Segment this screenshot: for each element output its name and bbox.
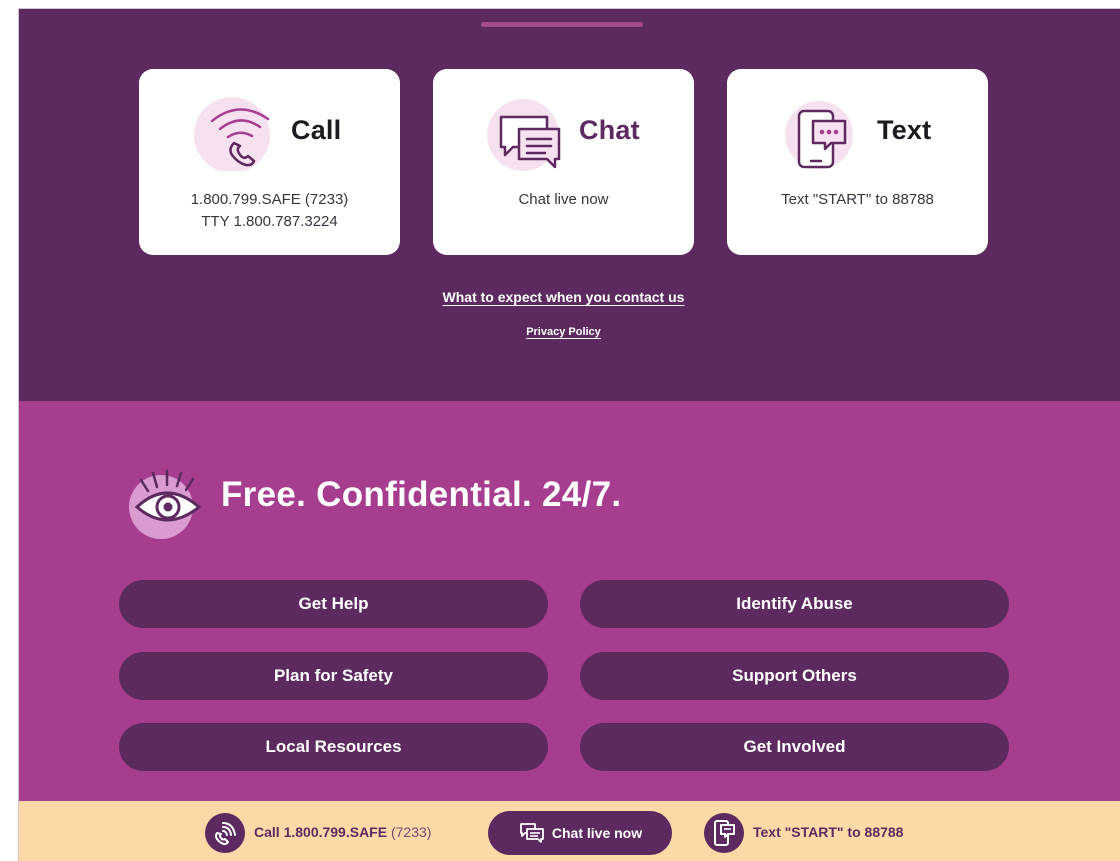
text-card-title: Text	[877, 115, 932, 145]
call-card[interactable]: Call 1.800.799.SAFE (7233) TTY 1.800.787…	[139, 69, 400, 255]
main-navigation-section: Free. Confidential. 24/7. Get Help Ident…	[19, 401, 1120, 801]
support-others-button[interactable]: Support Others	[580, 652, 1009, 700]
text-card[interactable]: Text Text "START" to 88788	[727, 69, 988, 255]
privacy-policy-link[interactable]: Privacy Policy	[526, 326, 601, 338]
chat-live-now-button[interactable]: Chat live now	[488, 811, 672, 855]
chat-card-title: Chat	[579, 115, 640, 145]
get-help-button[interactable]: Get Help	[119, 580, 548, 628]
call-card-title: Call	[291, 115, 342, 145]
horizontal-scroll-indicator[interactable]	[481, 22, 643, 27]
text-phone-icon[interactable]	[704, 813, 744, 853]
phone-wifi-icon	[215, 822, 236, 845]
call-hotline-label: Call 1.800.799.SAFE	[254, 824, 388, 840]
chat-bubbles-icon	[487, 99, 561, 171]
plan-for-safety-button[interactable]: Plan for Safety	[119, 652, 548, 700]
mobile-message-icon	[785, 101, 853, 169]
what-to-expect-link[interactable]: What to expect when you contact us	[443, 289, 685, 305]
chat-card-subtext: Chat live now	[518, 191, 609, 208]
call-hotline-link[interactable]: Call 1.800.799.SAFE (7233)	[254, 824, 431, 840]
page-frame: Call 1.800.799.SAFE (7233) TTY 1.800.787…	[18, 8, 1120, 861]
eye-icon	[129, 469, 202, 539]
contact-options-section: Call 1.800.799.SAFE (7233) TTY 1.800.787…	[19, 9, 1120, 401]
phone-wifi-icon	[194, 97, 270, 171]
chat-card[interactable]: Chat Chat live now	[433, 69, 694, 255]
mobile-message-icon	[714, 820, 735, 846]
local-resources-button[interactable]: Local Resources	[119, 723, 548, 771]
call-card-tty: TTY 1.800.787.3224	[201, 213, 338, 230]
call-phone-icon[interactable]	[205, 813, 245, 853]
text-card-subtext: Text "START" to 88788	[781, 191, 934, 208]
sticky-contact-bar: Call 1.800.799.SAFE (7233) Chat live now…	[19, 801, 1120, 861]
privacy-policy-link-row: Privacy Policy	[19, 322, 1108, 340]
identify-abuse-button[interactable]: Identify Abuse	[580, 580, 1009, 628]
chat-bubbles-icon	[519, 823, 544, 843]
call-hotline-digits: (7233)	[390, 824, 432, 840]
what-to-expect-link-row: What to expect when you contact us	[19, 289, 1108, 307]
chat-live-now-label: Chat live now	[551, 825, 643, 841]
free-confidential-heading: Free. Confidential. 24/7.	[221, 475, 622, 514]
call-card-number: 1.800.799.SAFE (7233)	[190, 191, 349, 208]
text-start-link[interactable]: Text "START" to 88788	[753, 824, 903, 840]
get-involved-button[interactable]: Get Involved	[580, 723, 1009, 771]
